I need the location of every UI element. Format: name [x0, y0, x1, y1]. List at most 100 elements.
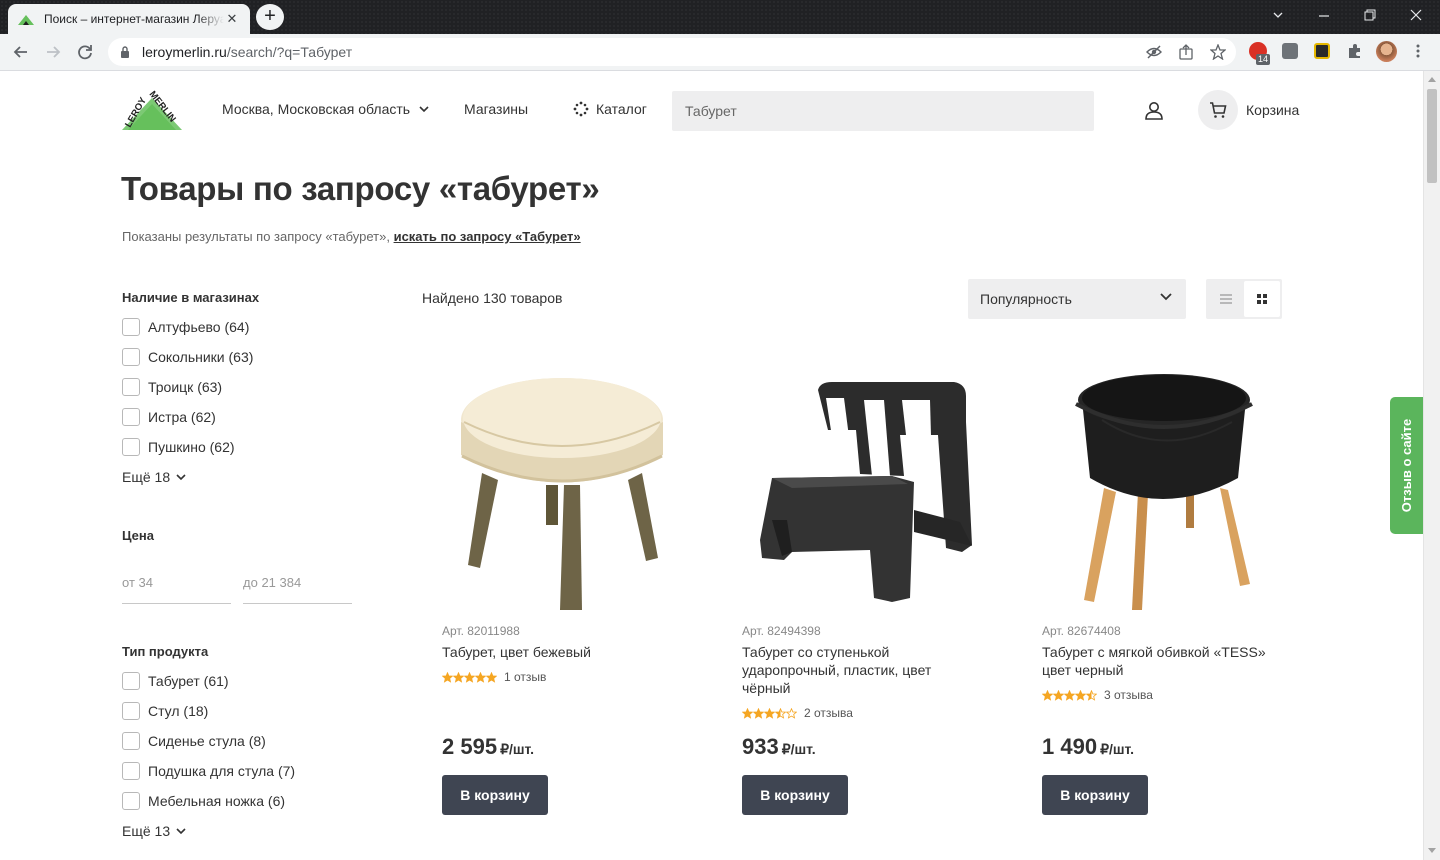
filter-store-option[interactable]: Алтуфьево (64) [122, 312, 253, 342]
share-icon[interactable] [1178, 44, 1194, 60]
filter-stores-title: Наличие в магазинах [122, 290, 260, 305]
feedback-label: Отзыв о сайте [1399, 418, 1414, 513]
filter-type-option[interactable]: Мебельная ножка (6) [122, 786, 295, 816]
filter-price-title: Цена [122, 528, 154, 543]
product-rating[interactable]: 3 отзыва [1042, 688, 1153, 702]
grid-view-button[interactable] [1244, 281, 1280, 317]
price-to-label: до [243, 575, 258, 590]
cart-icon [1210, 102, 1227, 118]
stores-more-button[interactable]: Ещё 18 [122, 469, 186, 485]
cart-label[interactable]: Корзина [1246, 102, 1299, 118]
scroll-down-icon[interactable] [1428, 848, 1436, 853]
star-icon [742, 707, 753, 719]
catalog-label: Каталог [596, 101, 647, 117]
bookmark-star-icon[interactable] [1210, 44, 1226, 60]
checkbox[interactable] [122, 348, 140, 366]
grid-view-icon [1257, 294, 1267, 304]
checkbox[interactable] [122, 378, 140, 396]
price-from-input[interactable]: от 34 [122, 566, 231, 604]
cart-button[interactable] [1198, 90, 1238, 130]
chevron-down-icon [176, 827, 186, 834]
product-image-step-stool[interactable] [742, 360, 1002, 615]
filter-type-list: Табурет (61) Стул (18) Сиденье стула (8)… [122, 666, 295, 816]
restore-icon[interactable] [1364, 9, 1376, 21]
checkbox[interactable] [122, 438, 140, 456]
site-feedback-tab[interactable]: Отзыв о сайте [1390, 397, 1423, 534]
product-image-beige-stool[interactable] [442, 360, 702, 615]
close-window-icon[interactable] [1410, 9, 1422, 21]
reviews-count: 2 отзыва [804, 706, 853, 720]
product-rating[interactable]: 1 отзыв [442, 670, 546, 684]
product-name[interactable]: Табурет со ступенькой ударопрочный, плас… [742, 643, 982, 697]
checkbox[interactable] [122, 408, 140, 426]
checkbox[interactable] [122, 702, 140, 720]
filter-type-option[interactable]: Подушка для стула (7) [122, 756, 295, 786]
extension-badge: 14 [1256, 54, 1271, 65]
filter-type-option[interactable]: Стул (18) [122, 696, 295, 726]
checkbox[interactable] [122, 672, 140, 690]
region-selector[interactable]: Москва, Московская область [222, 101, 429, 117]
tab-close-icon[interactable]: ✕ [224, 11, 240, 27]
leroy-merlin-favicon [18, 15, 34, 25]
forward-icon[interactable] [42, 41, 64, 63]
menu-dots-icon[interactable] [1412, 43, 1424, 59]
option-label: Сокольники (63) [148, 349, 254, 365]
extension-cube-icon[interactable] [1314, 43, 1330, 59]
extensions-puzzle-icon[interactable] [1347, 43, 1363, 59]
filter-type-option[interactable]: Сиденье стула (8) [122, 726, 295, 756]
list-view-button[interactable] [1208, 281, 1244, 317]
checkbox[interactable] [122, 762, 140, 780]
product-card[interactable]: Арт. 82674408 Табурет с мягкой обивкой «… [1042, 360, 1302, 830]
filter-type-option[interactable]: Табурет (61) [122, 666, 295, 696]
reload-icon[interactable] [74, 41, 96, 63]
star-icon [442, 671, 453, 683]
filter-store-option[interactable]: Троицк (63) [122, 372, 253, 402]
catalog-button[interactable]: Каталог [573, 101, 647, 117]
product-price: 1 490 ₽/шт. [1042, 734, 1134, 760]
product-name[interactable]: Табурет, цвет бежевый [442, 643, 682, 661]
rating-stars [442, 671, 497, 683]
sort-select[interactable]: Популярность [968, 279, 1186, 319]
price-to-input[interactable]: до 21 384 [243, 566, 352, 604]
checkbox[interactable] [122, 792, 140, 810]
search-exact-link[interactable]: искать по запросу «Табурет» [394, 229, 581, 244]
stores-link[interactable]: Магазины [464, 101, 528, 117]
product-card[interactable]: Арт. 82011988 Табурет, цвет бежевый 1 от… [442, 360, 702, 830]
option-label: Алтуфьево (64) [148, 319, 250, 335]
product-rating[interactable]: 2 отзыва [742, 706, 853, 720]
add-to-cart-button[interactable]: В корзину [742, 775, 848, 815]
product-image-black-stool[interactable] [1042, 360, 1302, 615]
checkbox[interactable] [122, 732, 140, 750]
product-card[interactable]: Арт. 82494398 Табурет со ступенькой удар… [742, 360, 1002, 830]
add-to-cart-button[interactable]: В корзину [1042, 775, 1148, 815]
extension-icon[interactable] [1282, 43, 1298, 59]
new-tab-button[interactable]: + [256, 4, 284, 30]
types-more-button[interactable]: Ещё 13 [122, 823, 186, 839]
leroy-merlin-logo[interactable]: LEROY MERLIN [122, 90, 182, 130]
option-label: Стул (18) [148, 703, 209, 719]
filter-store-option[interactable]: Истра (62) [122, 402, 253, 432]
scroll-thumb[interactable] [1427, 89, 1437, 183]
profile-avatar[interactable] [1376, 41, 1397, 62]
minimize-icon[interactable] [1318, 10, 1330, 22]
scroll-up-icon[interactable] [1428, 77, 1436, 82]
eye-off-icon[interactable] [1146, 44, 1162, 60]
address-bar[interactable]: leroymerlin.ru/search/?q=Табурет [108, 38, 1236, 66]
star-icon [1075, 689, 1086, 701]
stores-label: Магазины [464, 101, 529, 117]
browser-tab[interactable]: Поиск – интернет-магазин Леруа Мерлен ✕ [8, 4, 250, 34]
star-icon [775, 707, 786, 719]
page-scrollbar[interactable] [1423, 71, 1440, 860]
price-from-label: от [122, 575, 135, 590]
tab-title: Поиск – интернет-магазин Леруа Мерлен [44, 12, 224, 26]
checkbox[interactable] [122, 318, 140, 336]
product-name[interactable]: Табурет с мягкой обивкой «TESS» цвет чер… [1042, 643, 1282, 679]
price-unit: ₽/шт. [500, 741, 535, 757]
user-icon[interactable] [1144, 101, 1164, 121]
tab-search-icon[interactable] [1272, 9, 1284, 21]
back-icon[interactable] [10, 41, 32, 63]
search-input[interactable]: Табурет [672, 91, 1094, 131]
add-to-cart-button[interactable]: В корзину [442, 775, 548, 815]
filter-store-option[interactable]: Сокольники (63) [122, 342, 253, 372]
filter-store-option[interactable]: Пушкино (62) [122, 432, 253, 462]
